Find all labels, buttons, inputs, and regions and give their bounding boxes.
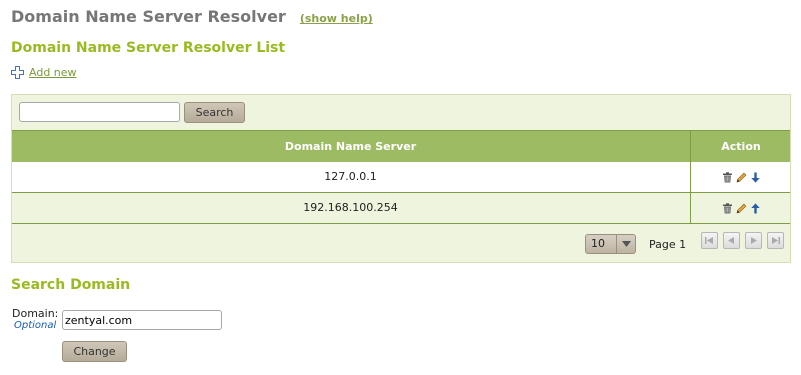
add-new-label: Add new — [29, 66, 77, 79]
table-header: Domain Name Server Action — [12, 130, 790, 163]
next-page-button[interactable] — [745, 232, 762, 249]
change-button[interactable]: Change — [62, 341, 127, 362]
last-page-button[interactable] — [767, 232, 784, 249]
page-header: Domain Name Server Resolver (show help) — [11, 7, 373, 29]
domain-label: Domain: — [12, 307, 59, 320]
table-row: 192.168.100.254 — [12, 193, 790, 224]
first-page-button[interactable] — [701, 232, 718, 249]
delete-icon[interactable] — [722, 171, 733, 183]
optional-hint: Optional — [14, 320, 57, 331]
column-header-action: Action — [690, 131, 791, 162]
table-row: 127.0.0.1 — [12, 162, 790, 193]
search-domain-title: Search Domain — [11, 277, 131, 293]
edit-icon[interactable] — [736, 172, 747, 183]
dns-cell: 192.168.100.254 — [303, 201, 398, 214]
page-indicator: Page 1 — [649, 238, 687, 251]
previous-page-icon — [728, 237, 734, 244]
page-size-value: 10 — [591, 237, 605, 250]
page-size-select[interactable]: 10 — [585, 234, 636, 254]
list-title: Domain Name Server Resolver List — [11, 40, 286, 56]
first-page-icon — [705, 237, 713, 244]
action-cell — [690, 193, 791, 223]
search-input[interactable] — [19, 102, 180, 122]
edit-icon[interactable] — [736, 203, 747, 214]
plus-icon — [11, 66, 24, 79]
move-up-icon[interactable] — [750, 202, 761, 214]
delete-icon[interactable] — [722, 202, 733, 214]
domain-field[interactable] — [62, 310, 222, 330]
previous-page-button[interactable] — [723, 232, 740, 249]
last-page-icon — [772, 237, 780, 244]
dropdown-arrow-icon — [616, 235, 635, 253]
column-header-dns: Domain Name Server — [284, 140, 417, 153]
page-title: Domain Name Server Resolver — [11, 7, 286, 26]
add-new-button[interactable]: Add new — [11, 66, 77, 79]
search-button[interactable]: Search — [184, 102, 245, 123]
show-help-link[interactable]: (show help) — [300, 12, 373, 25]
resolver-table-panel: Search Domain Name Server Action 127.0.0… — [11, 94, 791, 263]
dns-cell: 127.0.0.1 — [324, 170, 377, 183]
action-cell — [690, 162, 791, 192]
next-page-icon — [751, 237, 757, 244]
move-down-icon[interactable] — [750, 172, 761, 183]
